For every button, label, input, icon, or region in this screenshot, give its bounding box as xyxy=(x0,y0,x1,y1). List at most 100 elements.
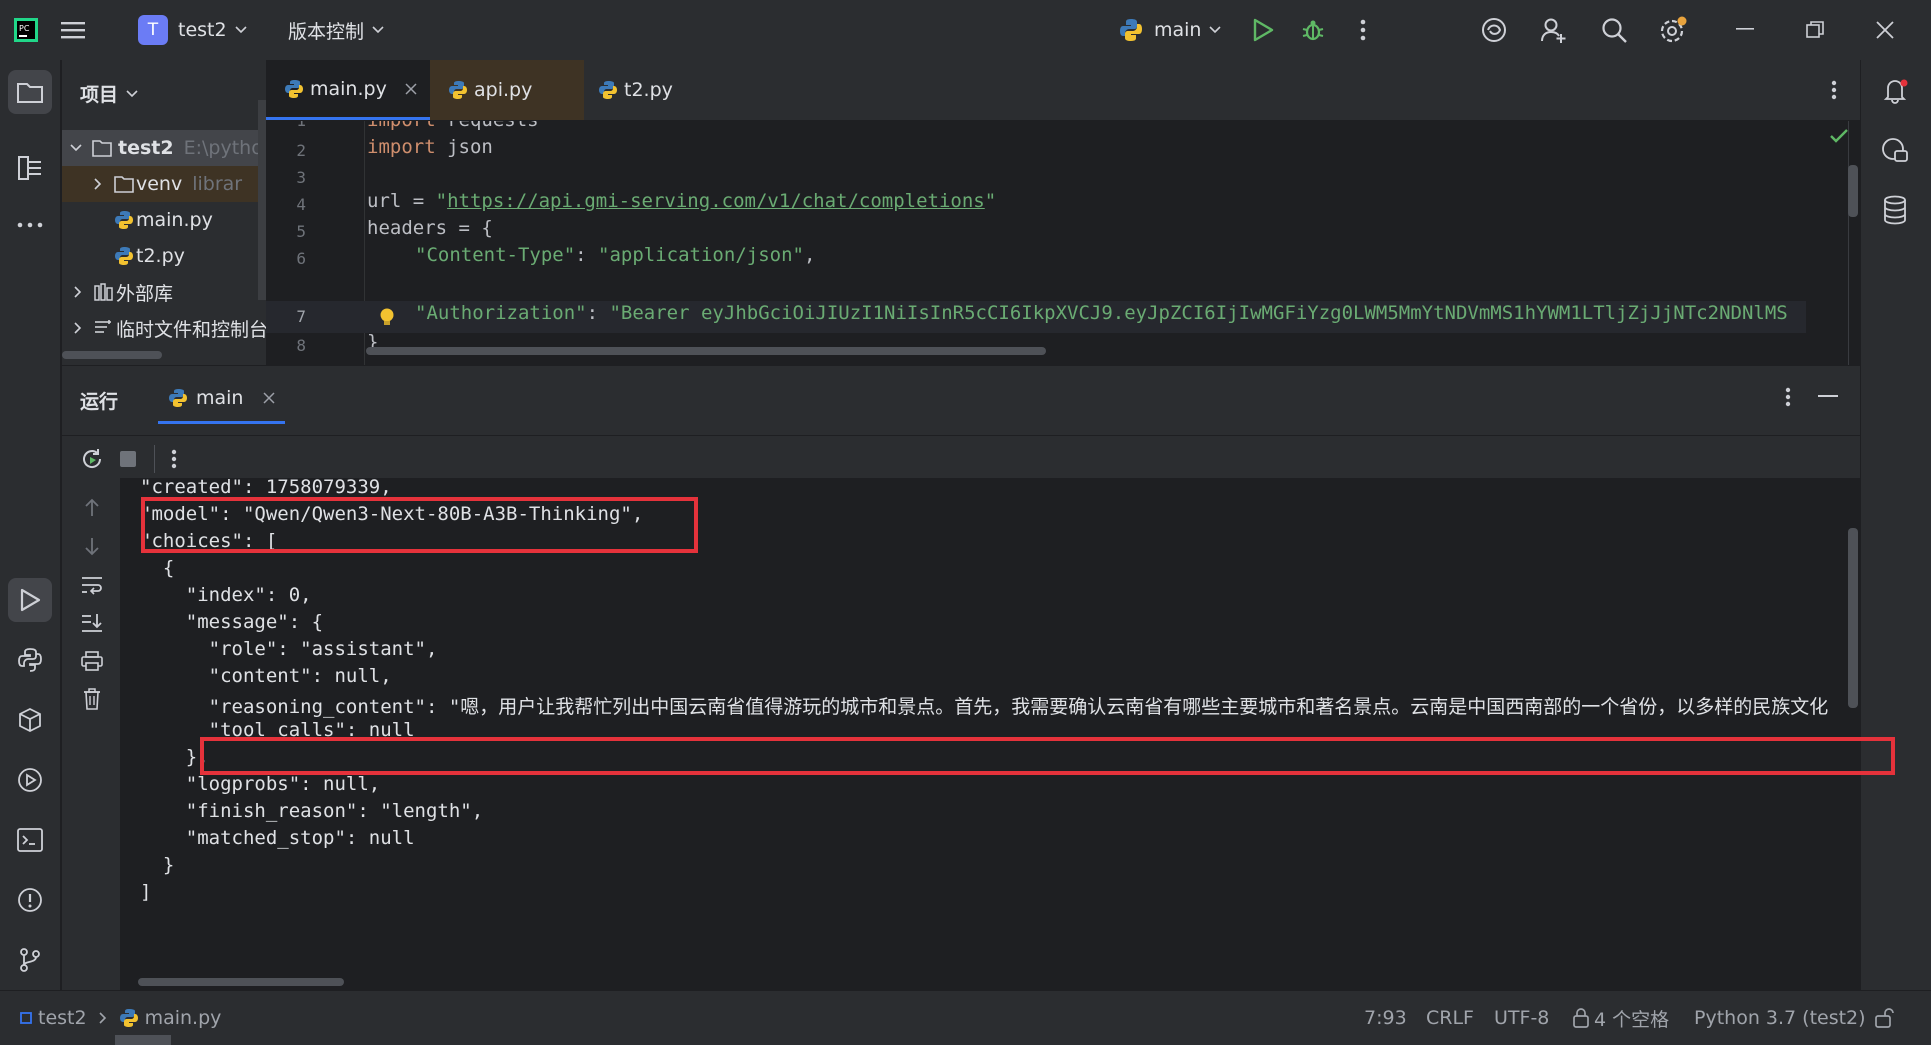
down-stack-icon[interactable] xyxy=(78,533,106,561)
console-line: "index": 0, xyxy=(140,584,312,606)
console-line: "message": { xyxy=(140,611,324,633)
chevron-down-icon xyxy=(235,26,247,34)
tree-item-external-libraries[interactable]: 外部库 xyxy=(62,274,266,310)
close-icon[interactable] xyxy=(1870,0,1900,60)
run-tab-main[interactable]: main xyxy=(158,375,286,424)
console-line: "created": 1758079339, xyxy=(140,478,392,498)
tree-item-label: test2 xyxy=(118,137,174,159)
breadcrumb-file[interactable]: main.py xyxy=(145,1007,222,1029)
tree-item-main-py[interactable]: main.py xyxy=(62,202,266,238)
tree-item-label: 临时文件和控制台 xyxy=(116,318,266,341)
indent-setting[interactable]: 4 个空格 xyxy=(1572,991,1669,1045)
ai-assistant-icon[interactable] xyxy=(1478,0,1510,60)
more-actions-icon[interactable] xyxy=(1350,0,1376,60)
run-tab-label: main xyxy=(196,387,244,409)
python-icon xyxy=(1118,17,1144,43)
up-stack-icon[interactable] xyxy=(78,493,106,521)
run-tool-icon[interactable] xyxy=(8,578,52,622)
project-panel-header[interactable]: 项目 xyxy=(80,80,138,107)
database-icon[interactable] xyxy=(1875,190,1915,230)
run-options-icon[interactable] xyxy=(1780,385,1796,409)
project-switcher[interactable]: T test2 xyxy=(138,0,247,60)
tab-main-py[interactable]: main.py xyxy=(266,60,448,120)
soft-wrap-icon[interactable] xyxy=(78,571,106,599)
code-line: import json xyxy=(367,136,493,158)
tree-item-hint: librar xyxy=(192,173,243,195)
line-number: 5 xyxy=(296,222,306,241)
tab-label: t2.py xyxy=(624,79,673,101)
structure-icon[interactable] xyxy=(12,150,48,186)
line-number: 1 xyxy=(266,121,306,130)
debug-icon[interactable] xyxy=(1298,0,1328,60)
project-panel: 项目 test2 E:\pytho venv librar main.py t2… xyxy=(62,60,266,365)
run-icon[interactable] xyxy=(1248,0,1278,60)
tab-api-py[interactable]: api.py xyxy=(430,60,584,120)
code-line: url = "https://api.gmi-serving.com/v1/ch… xyxy=(367,190,996,212)
tree-item-venv[interactable]: venv librar xyxy=(62,166,266,202)
string-quote: " xyxy=(435,190,448,212)
python-interpreter[interactable]: Python 3.7 (test2) xyxy=(1694,991,1866,1045)
close-tab-icon[interactable] xyxy=(405,82,417,95)
vcs-menu[interactable]: 版本控制 xyxy=(288,0,384,60)
keyword: import xyxy=(367,136,436,158)
console-line: "reasoning_content": "嗯，用户让我帮忙列出中国云南省值得游… xyxy=(140,696,1829,718)
run-config-selector[interactable]: main xyxy=(1118,0,1222,60)
scroll-to-end-icon[interactable] xyxy=(78,609,106,637)
tab-options-icon[interactable] xyxy=(1824,78,1844,102)
vertical-scrollbar[interactable] xyxy=(258,100,266,300)
console-vertical-scrollbar[interactable] xyxy=(1848,528,1858,708)
clear-all-trash-icon[interactable] xyxy=(78,685,106,713)
console-line: "finish_reason": "length", xyxy=(140,800,484,822)
read-only-toggle-icon[interactable] xyxy=(1874,991,1894,1045)
main-menu-icon[interactable] xyxy=(58,0,88,60)
project-panel-title: 项目 xyxy=(80,84,119,106)
python-packages-icon[interactable] xyxy=(12,702,48,738)
tree-item-project-root[interactable]: test2 E:\pytho xyxy=(62,130,266,166)
console-output[interactable]: "created": 1758079339, "model": "Qwen/Qw… xyxy=(120,478,1860,990)
tab-t2-py[interactable]: t2.py xyxy=(582,60,718,120)
add-user-icon[interactable] xyxy=(1538,0,1570,60)
stop-icon[interactable] xyxy=(116,445,140,473)
line-separator[interactable]: CRLF xyxy=(1426,991,1474,1045)
code-line: "Content-Type": "application/json", xyxy=(367,244,815,266)
tab-label: main.py xyxy=(310,77,387,100)
keyword: import xyxy=(367,121,436,131)
more-tools-icon[interactable] xyxy=(12,210,48,240)
python-file-icon xyxy=(448,80,468,100)
notifications-icon[interactable] xyxy=(1875,70,1915,110)
folder-icon xyxy=(114,175,134,193)
console-horizontal-scrollbar[interactable] xyxy=(138,978,344,986)
caret-position[interactable]: 7:93 xyxy=(1364,991,1407,1045)
hide-panel-icon[interactable] xyxy=(1816,385,1840,409)
close-tab-icon[interactable] xyxy=(263,392,276,404)
project-folder-icon[interactable] xyxy=(8,70,52,114)
problems-icon[interactable] xyxy=(12,882,48,918)
tree-item-label: venv xyxy=(136,173,183,195)
restore-icon[interactable] xyxy=(1800,0,1830,60)
python-console-icon[interactable] xyxy=(12,642,48,678)
horizontal-scrollbar[interactable] xyxy=(62,351,162,359)
editor-horizontal-scrollbar[interactable] xyxy=(366,347,1046,355)
terminal-icon[interactable] xyxy=(12,822,48,858)
svg-text:PC: PC xyxy=(19,24,30,33)
url-link[interactable]: https://api.gmi-serving.com/v1/chat/comp… xyxy=(447,190,985,212)
code-line: headers = { xyxy=(367,217,493,239)
code-text: : xyxy=(575,244,599,266)
ai-chat-icon[interactable] xyxy=(1875,130,1915,170)
tree-item-scratches[interactable]: 临时文件和控制台 xyxy=(62,310,266,346)
breadcrumb-project[interactable]: test2 xyxy=(38,1007,87,1029)
line-number: 3 xyxy=(296,168,306,187)
editor-vertical-scrollbar[interactable] xyxy=(1848,165,1858,217)
run-toolbar-more-icon[interactable] xyxy=(166,445,182,473)
console-line: ] xyxy=(140,881,152,903)
code-area[interactable]: 1 import requests 2 import json 3 4 url … xyxy=(266,121,1860,365)
print-icon[interactable] xyxy=(78,647,106,675)
settings-icon[interactable] xyxy=(1656,0,1690,60)
rerun-icon[interactable] xyxy=(78,441,106,477)
tree-item-t2-py[interactable]: t2.py xyxy=(62,238,266,274)
services-icon[interactable] xyxy=(12,762,48,798)
file-encoding[interactable]: UTF-8 xyxy=(1494,991,1549,1045)
search-icon[interactable] xyxy=(1598,0,1630,60)
git-icon[interactable] xyxy=(12,942,48,978)
minimize-icon[interactable] xyxy=(1730,0,1760,60)
